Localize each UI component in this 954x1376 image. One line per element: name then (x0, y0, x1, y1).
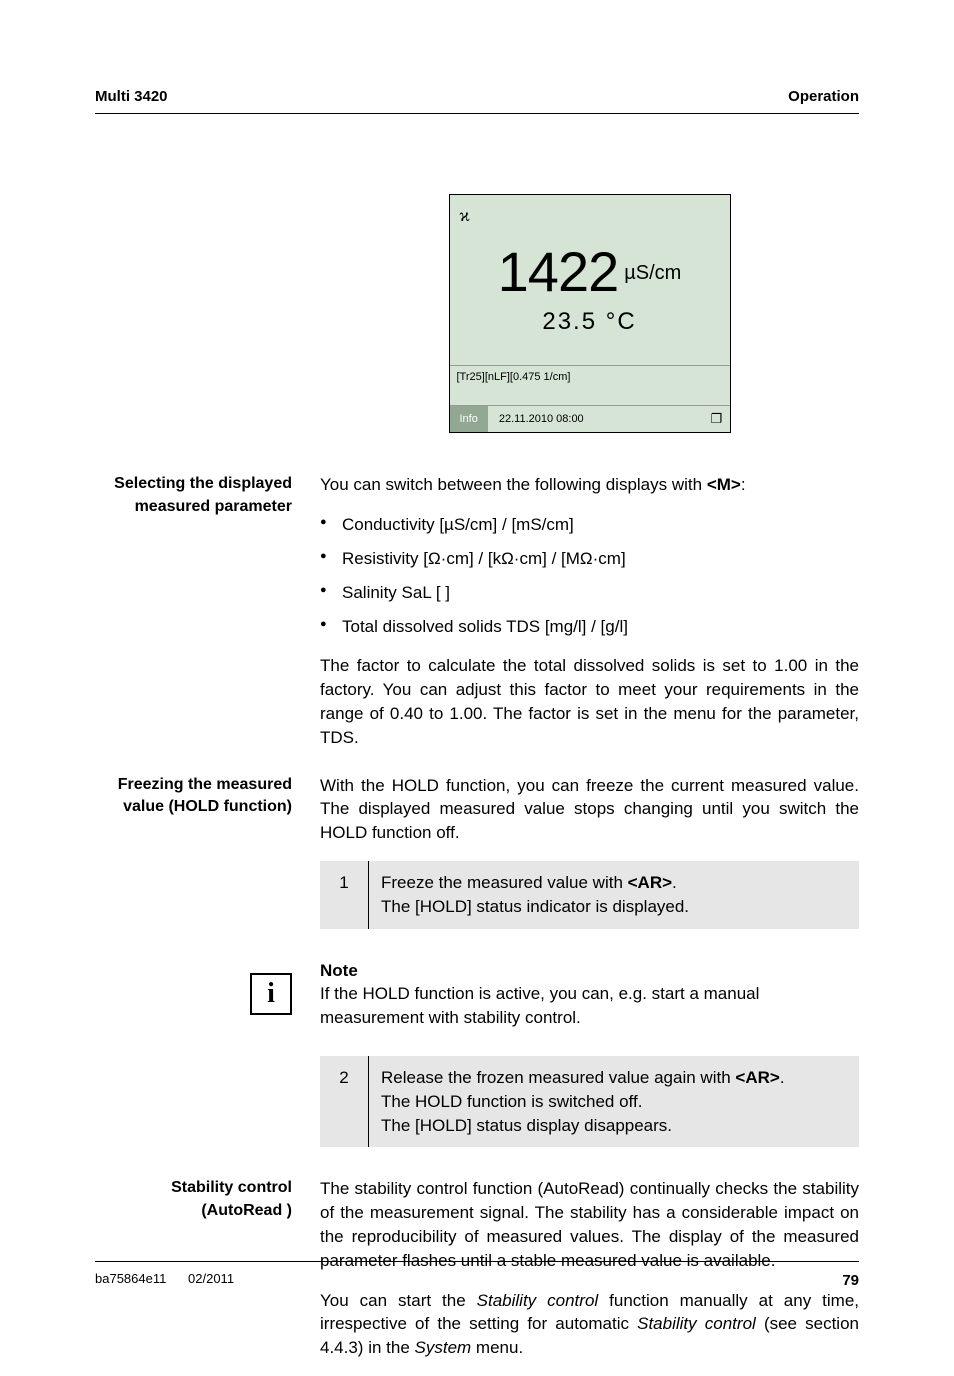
hold-para: With the HOLD function, you can freeze t… (320, 774, 859, 845)
lcd-info-softkey: Info (450, 406, 489, 432)
step-text: Release the frozen measured value again … (369, 1056, 860, 1147)
lcd-datetime: 22.11.2010 08:00 (489, 406, 704, 432)
step-number: 1 (320, 861, 369, 929)
running-header: Multi 3420 Operation (95, 86, 859, 114)
list-item: Resistivity [Ω·cm] / [kΩ·cm] / [MΩ·cm] (320, 547, 859, 571)
header-right: Operation (788, 86, 859, 107)
running-footer: ba75864e11 02/2011 79 (95, 1261, 859, 1291)
lcd-unit: µS/cm (624, 262, 681, 284)
note-heading: Note (320, 959, 859, 983)
conductivity-symbol: ϰ (460, 203, 470, 228)
header-left: Multi 3420 (95, 86, 168, 107)
side-heading-select: Selecting the displayed measured paramet… (95, 473, 320, 765)
select-bullet-list: Conductivity [µS/cm] / [mS/cm] Resistivi… (320, 513, 859, 638)
footer-docid: ba75864e11 (95, 1271, 166, 1286)
step-table-2: 2 Release the frozen measured value agai… (320, 1056, 859, 1147)
key-ar: <AR> (735, 1068, 779, 1087)
list-item: Salinity SaL [ ] (320, 581, 859, 605)
key-ar: <AR> (628, 873, 672, 892)
lcd-main-value: 1422 (498, 240, 619, 303)
footer-date: 02/2011 (188, 1271, 234, 1286)
info-icon: i (250, 973, 292, 1015)
page-number: 79 (842, 1270, 859, 1291)
lcd-status-line: [Tr25][nLF][0.475 1/cm] (450, 366, 730, 406)
step-table-1: 1 Freeze the measured value with <AR>. T… (320, 861, 859, 929)
list-item: Conductivity [µS/cm] / [mS/cm] (320, 513, 859, 537)
step-text: Freeze the measured value with <AR>. The… (369, 861, 860, 929)
side-heading-hold: Freezing the measured value (HOLD functi… (95, 774, 320, 951)
lcd-corner-icon: ❐ (704, 406, 730, 432)
autoread-para1: The stability control function (AutoRead… (320, 1177, 859, 1272)
step-number: 2 (320, 1056, 369, 1147)
note-body: If the HOLD function is active, you can,… (320, 982, 859, 1030)
lcd-screenshot: ϰ 1422µS/cm 23.5 °C [Tr25][nLF][0.475 1/… (449, 194, 731, 433)
select-para: The factor to calculate the total dissol… (320, 654, 859, 749)
list-item: Total dissolved solids TDS [mg/l] / [g/l… (320, 615, 859, 639)
key-m: <M> (707, 475, 741, 494)
autoread-para2: You can start the Stability control func… (320, 1289, 859, 1360)
select-intro: You can switch between the following dis… (320, 473, 859, 497)
lcd-temperature: 23.5 °C (450, 305, 730, 339)
